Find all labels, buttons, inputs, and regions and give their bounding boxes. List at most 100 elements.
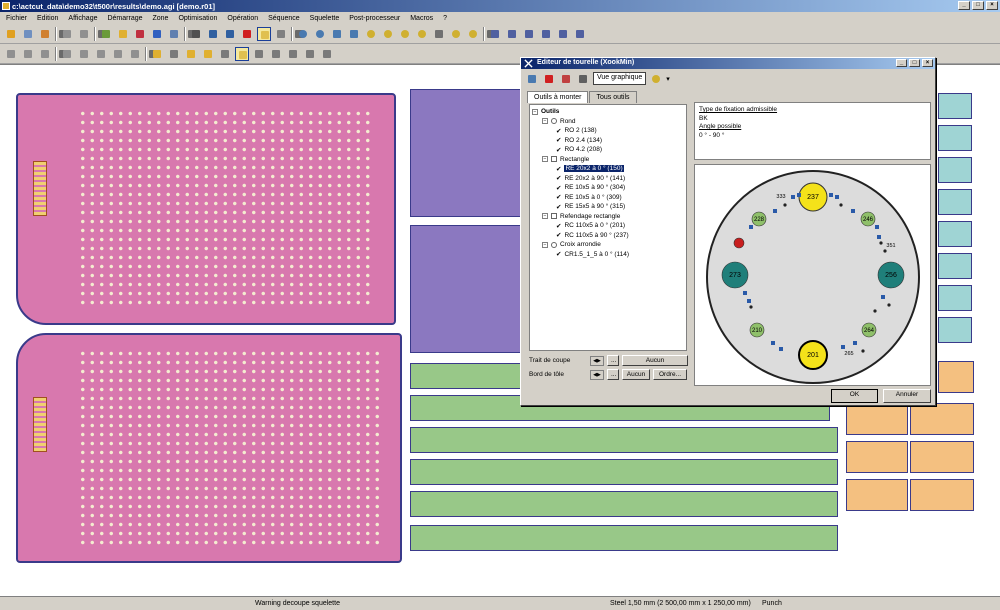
green-strip[interactable] bbox=[410, 459, 838, 485]
orange-part[interactable] bbox=[910, 479, 974, 511]
orange-part[interactable] bbox=[846, 403, 908, 435]
print-icon[interactable] bbox=[576, 72, 590, 86]
measure-icon[interactable] bbox=[274, 27, 288, 41]
menu-sequence[interactable]: Séquence bbox=[268, 15, 300, 22]
zoom-in-icon[interactable] bbox=[296, 27, 310, 41]
tree-group-refendage[interactable]: − Refendage rectangle bbox=[532, 212, 684, 222]
teal-strip[interactable] bbox=[938, 93, 972, 119]
dropdown-arrow-icon[interactable]: ▾ bbox=[666, 75, 670, 83]
menu-affichage[interactable]: Affichage bbox=[68, 15, 97, 22]
tab-tous-outils[interactable]: Tous outils bbox=[589, 91, 637, 103]
menu-operation[interactable]: Opération bbox=[227, 15, 258, 22]
green-strip[interactable] bbox=[410, 491, 838, 517]
shape-icon[interactable] bbox=[286, 47, 300, 61]
spin-left-icon[interactable]: ◀▶ bbox=[590, 355, 604, 366]
dialog-close-button[interactable]: × bbox=[922, 59, 933, 67]
station-red[interactable] bbox=[733, 237, 745, 249]
next-icon[interactable] bbox=[556, 27, 570, 41]
bulb-icon[interactable] bbox=[466, 27, 480, 41]
edit-icon[interactable] bbox=[184, 47, 198, 61]
turret-graphic-panel[interactable]: 237 228 246 273 256 210 264 201 333 351 … bbox=[694, 164, 931, 386]
remove-tool-icon[interactable] bbox=[542, 72, 556, 86]
tree-item[interactable]: ✔ RO 2 (138) bbox=[532, 126, 684, 136]
zoom-out-icon[interactable] bbox=[313, 27, 327, 41]
menu-edition[interactable]: Edition bbox=[37, 15, 58, 22]
bulb-icon[interactable] bbox=[381, 27, 395, 41]
teal-strip[interactable] bbox=[938, 157, 972, 183]
tool-icon[interactable] bbox=[77, 27, 91, 41]
dialog-maximize-button[interactable]: □ bbox=[909, 59, 920, 67]
tree-item[interactable]: ✔ RO 2.4 (134) bbox=[532, 136, 684, 146]
orange-part[interactable] bbox=[846, 441, 908, 473]
tree-item-selected[interactable]: ✔ RE 20x2 à 0 ° (150) bbox=[532, 164, 684, 174]
collapse-icon[interactable]: − bbox=[542, 241, 548, 248]
tree-item[interactable]: ✔ RE 10x5 à 90 ° (304) bbox=[532, 183, 684, 193]
bord-ellipsis-button[interactable]: ... bbox=[607, 369, 619, 380]
menu-squelette[interactable]: Squelette bbox=[310, 15, 340, 22]
menu-demarrage[interactable]: Démarrage bbox=[107, 15, 142, 22]
menu-help[interactable]: ? bbox=[443, 15, 447, 22]
tree-item[interactable]: ✔ RE 20x2 à 90 ° (141) bbox=[532, 174, 684, 184]
orange-part[interactable] bbox=[910, 403, 974, 435]
export-icon[interactable] bbox=[38, 27, 52, 41]
rectangle-tool-icon[interactable] bbox=[235, 46, 249, 61]
sheet-icon[interactable] bbox=[150, 27, 164, 41]
tool-icon[interactable] bbox=[60, 27, 74, 41]
tree-item[interactable]: ✔ RC 110x5 à 90 ° (237) bbox=[532, 231, 684, 241]
menu-zone[interactable]: Zone bbox=[153, 15, 169, 22]
tool-icon[interactable] bbox=[21, 47, 35, 61]
tool-tree[interactable]: − Outils − Rond ✔ RO 2 (138) ✔ RO 2.4 (134) … bbox=[529, 104, 687, 351]
shape-icon[interactable] bbox=[303, 47, 317, 61]
purple-part[interactable] bbox=[410, 89, 522, 217]
save-icon[interactable] bbox=[21, 27, 35, 41]
teal-strip[interactable] bbox=[938, 285, 972, 311]
grid-icon[interactable] bbox=[432, 27, 446, 41]
orange-part[interactable] bbox=[846, 479, 908, 511]
zoom-fit-icon[interactable] bbox=[330, 27, 344, 41]
order-button[interactable]: Ordre... bbox=[653, 369, 687, 380]
first-icon[interactable] bbox=[488, 27, 502, 41]
minimize-button[interactable]: _ bbox=[958, 1, 970, 10]
rectangle-select-icon[interactable] bbox=[257, 26, 271, 41]
collapse-icon[interactable]: − bbox=[542, 213, 548, 220]
turret-diagram[interactable]: 237 228 246 273 256 210 264 201 333 351 … bbox=[695, 165, 930, 385]
tool-icon[interactable] bbox=[94, 47, 108, 61]
tool-icon[interactable] bbox=[60, 47, 74, 61]
edit-icon[interactable] bbox=[201, 47, 215, 61]
maximize-button[interactable]: □ bbox=[972, 1, 984, 10]
shape-icon[interactable] bbox=[269, 47, 283, 61]
teal-strip[interactable] bbox=[938, 221, 972, 247]
bulb-icon[interactable] bbox=[449, 27, 463, 41]
zoom-window-icon[interactable] bbox=[347, 27, 361, 41]
eraser-icon[interactable] bbox=[559, 72, 573, 86]
car-icon[interactable] bbox=[133, 27, 147, 41]
spin-right-icon[interactable]: ◀▶ bbox=[590, 369, 604, 380]
bulb-icon[interactable] bbox=[398, 27, 412, 41]
tool-icon[interactable] bbox=[38, 47, 52, 61]
forward-icon[interactable] bbox=[539, 27, 553, 41]
menu-optimisation[interactable]: Optimisation bbox=[178, 15, 217, 22]
collapse-icon[interactable]: − bbox=[542, 156, 548, 163]
previous-icon[interactable] bbox=[505, 27, 519, 41]
teal-strip[interactable] bbox=[938, 317, 972, 343]
last-icon[interactable] bbox=[573, 27, 587, 41]
bulb-icon[interactable] bbox=[415, 27, 429, 41]
punch-icon[interactable] bbox=[150, 47, 164, 61]
pink-part-top[interactable] bbox=[16, 93, 396, 325]
pink-part-bottom[interactable] bbox=[16, 333, 402, 563]
delete-icon[interactable] bbox=[240, 27, 254, 41]
bulb-icon[interactable] bbox=[364, 27, 378, 41]
orange-part[interactable] bbox=[938, 361, 974, 393]
trait-aucun-button[interactable]: Aucun bbox=[622, 355, 688, 366]
menu-post-processeur[interactable]: Post-processeur bbox=[349, 15, 400, 22]
tool-icon[interactable] bbox=[111, 47, 125, 61]
optimize-icon[interactable] bbox=[116, 27, 130, 41]
dialog-minimize-button[interactable]: _ bbox=[896, 59, 907, 67]
select-arrow-icon[interactable] bbox=[189, 27, 203, 41]
green-strip[interactable] bbox=[410, 427, 838, 453]
bord-aucun-button[interactable]: Aucun bbox=[622, 369, 650, 380]
cut-icon[interactable] bbox=[167, 47, 181, 61]
tool-icon[interactable] bbox=[77, 47, 91, 61]
undo-icon[interactable] bbox=[206, 27, 220, 41]
open-folder-icon[interactable] bbox=[4, 27, 18, 41]
